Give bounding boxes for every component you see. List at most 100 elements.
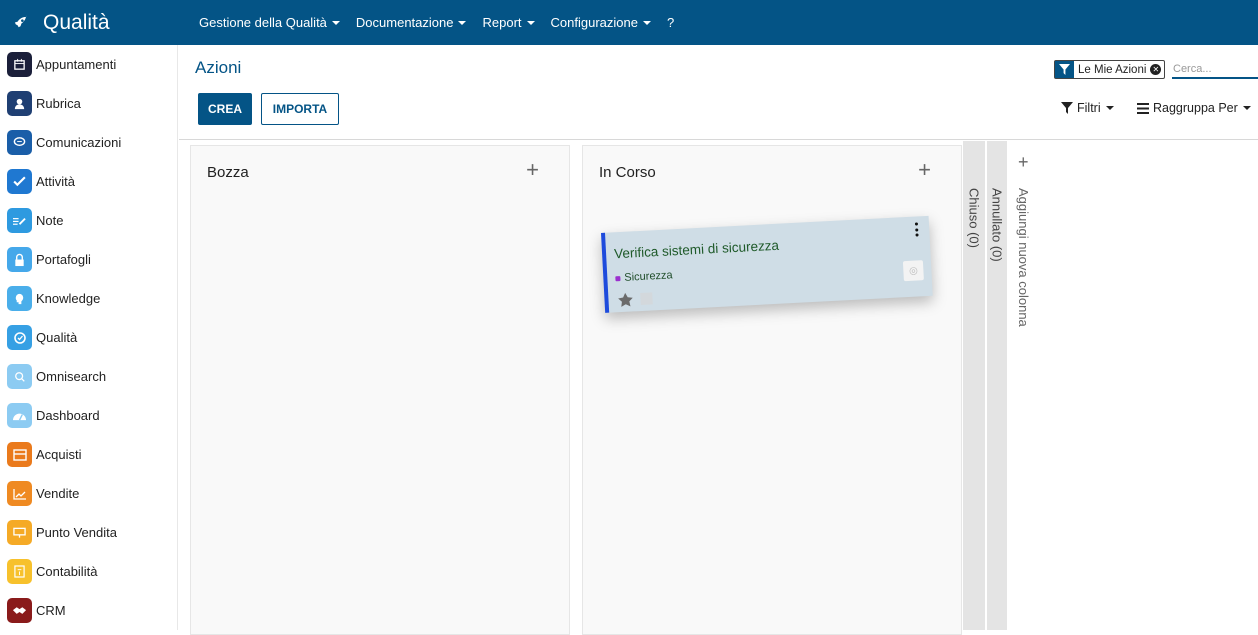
- caret-down-icon: [1105, 106, 1114, 110]
- brain-icon: [7, 286, 32, 311]
- sidebar-label: Portafogli: [36, 252, 91, 267]
- sidebar-item-dashboard[interactable]: Dashboard: [0, 396, 177, 435]
- sidebar-label: Qualità: [36, 330, 78, 345]
- menu-label: Gestione della Qualità: [199, 15, 327, 30]
- caret-down-icon: [642, 20, 651, 25]
- card-menu-icon[interactable]: [913, 222, 920, 237]
- star-icon[interactable]: [616, 291, 635, 308]
- main-content: Azioni CREA IMPORTA Le Mie Azioni ✕ Filt…: [179, 45, 1258, 635]
- sidebar-item-appuntamenti[interactable]: Appuntamenti: [0, 45, 177, 84]
- sidebar-label: Knowledge: [36, 291, 101, 306]
- search-icon: [7, 364, 32, 389]
- sidebar: Appuntamenti Rubrica Comunicazioni Attiv…: [0, 45, 178, 630]
- sidebar-item-acquisti[interactable]: Acquisti: [0, 435, 177, 474]
- sidebar-label: Note: [36, 213, 64, 228]
- facet-value: Le Mie Azioni: [1078, 63, 1147, 76]
- menu-report[interactable]: Report: [482, 15, 535, 30]
- sidebar-label: Appuntamenti: [36, 57, 117, 72]
- card-tag: Sicurezza: [615, 269, 673, 284]
- sidebar-item-vendite[interactable]: Vendite: [0, 474, 177, 513]
- sidebar-item-qualita[interactable]: Qualità: [0, 318, 177, 357]
- menu-gestione-qualita[interactable]: Gestione della Qualità: [199, 15, 340, 30]
- app-brand[interactable]: Qualità: [0, 0, 180, 45]
- menu-label: Configurazione: [550, 15, 638, 30]
- sidebar-item-crm[interactable]: CRM: [0, 591, 177, 630]
- contacts-icon: [7, 91, 32, 116]
- note-icon: [7, 208, 32, 233]
- column-title: In Corso: [599, 164, 656, 181]
- menu-configurazione[interactable]: Configurazione: [551, 15, 651, 30]
- sidebar-label: Comunicazioni: [36, 135, 122, 150]
- card-title: Verifica sistemi di sicurezza: [613, 237, 780, 262]
- filter-icon: [1061, 102, 1073, 114]
- sidebar-label: Vendite: [36, 486, 80, 501]
- sidebar-item-portafogli[interactable]: Portafogli: [0, 240, 177, 279]
- sidebar-label: Rubrica: [36, 96, 81, 111]
- bars-icon: [1137, 102, 1149, 114]
- control-panel: Azioni CREA IMPORTA Le Mie Azioni ✕ Filt…: [179, 45, 1258, 140]
- folded-column-label: Annullato (0): [989, 188, 1005, 262]
- plus-icon: +: [1018, 152, 1029, 172]
- accounting-icon: [7, 559, 32, 584]
- sidebar-label: Attività: [36, 174, 76, 189]
- import-button[interactable]: IMPORTA: [261, 93, 339, 125]
- menu-help[interactable]: ?: [667, 15, 674, 30]
- sidebar-label: Omnisearch: [36, 369, 107, 384]
- activity-icon[interactable]: [640, 292, 653, 306]
- sidebar-label: Punto Vendita: [36, 525, 117, 540]
- add-column-label: Aggiungi nuova colonna: [1016, 188, 1031, 327]
- caret-down-icon: [331, 20, 340, 25]
- sidebar-label: CRM: [36, 603, 66, 618]
- rocket-icon: [12, 15, 28, 31]
- groupby-dropdown[interactable]: Raggruppa Per: [1137, 101, 1251, 115]
- sidebar-item-rubrica[interactable]: Rubrica: [0, 84, 177, 123]
- sidebar-label: Dashboard: [36, 408, 100, 423]
- column-title: Bozza: [207, 164, 249, 181]
- calendar-icon: [7, 52, 32, 77]
- kanban-board: Bozza + In Corso + Chiuso (0) Annullato …: [179, 141, 1258, 635]
- filters-dropdown[interactable]: Filtri: [1061, 101, 1114, 115]
- top-navbar: Qualità Gestione della Qualità Documenta…: [0, 0, 1258, 45]
- dashboard-icon: [7, 403, 32, 428]
- app-title: Qualità: [43, 10, 110, 34]
- sidebar-item-note[interactable]: Note: [0, 201, 177, 240]
- add-column-button[interactable]: + Aggiungi nuova colonna: [1008, 141, 1038, 630]
- lock-icon: [7, 247, 32, 272]
- folded-column-chiuso[interactable]: Chiuso (0): [963, 141, 985, 630]
- tag-color-dot: [615, 275, 621, 281]
- sidebar-item-omnisearch[interactable]: Omnisearch: [0, 357, 177, 396]
- folded-column-label: Chiuso (0): [966, 188, 982, 248]
- menu-label: Report: [482, 15, 522, 30]
- sidebar-label: Contabilità: [36, 564, 98, 579]
- check-icon: [7, 169, 32, 194]
- quality-icon: [7, 325, 32, 350]
- sidebar-item-attivita[interactable]: Attività: [0, 162, 177, 201]
- close-icon[interactable]: ✕: [1150, 64, 1162, 75]
- purchase-icon: [7, 442, 32, 467]
- caret-down-icon: [458, 20, 467, 25]
- help-label: ?: [666, 15, 675, 30]
- pos-icon: [7, 520, 32, 545]
- chat-icon: [7, 130, 32, 155]
- create-button[interactable]: CREA: [198, 93, 252, 125]
- top-menu: Gestione della Qualità Documentazione Re…: [199, 15, 690, 30]
- sidebar-item-comunicazioni[interactable]: Comunicazioni: [0, 123, 177, 162]
- caret-down-icon: [526, 20, 535, 25]
- search-facet[interactable]: Le Mie Azioni ✕: [1054, 60, 1166, 79]
- sidebar-label: Acquisti: [36, 447, 82, 462]
- kanban-card[interactable]: Verifica sistemi di sicurezza Sicurezza …: [601, 215, 933, 313]
- sidebar-item-knowledge[interactable]: Knowledge: [0, 279, 177, 318]
- caret-down-icon: [1242, 106, 1251, 110]
- add-record-button[interactable]: +: [526, 159, 539, 181]
- filters-label: Filtri: [1077, 101, 1101, 115]
- avatar: ◎: [902, 260, 924, 282]
- search-input[interactable]: [1172, 60, 1258, 79]
- sidebar-item-punto-vendita[interactable]: Punto Vendita: [0, 513, 177, 552]
- menu-documentazione[interactable]: Documentazione: [356, 15, 467, 30]
- sidebar-item-contabilita[interactable]: Contabilità: [0, 552, 177, 591]
- page-title: Azioni: [195, 58, 242, 77]
- folded-column-annullato[interactable]: Annullato (0): [987, 141, 1007, 630]
- menu-label: Documentazione: [355, 15, 454, 30]
- add-record-button[interactable]: +: [918, 159, 931, 181]
- handshake-icon: [7, 598, 32, 623]
